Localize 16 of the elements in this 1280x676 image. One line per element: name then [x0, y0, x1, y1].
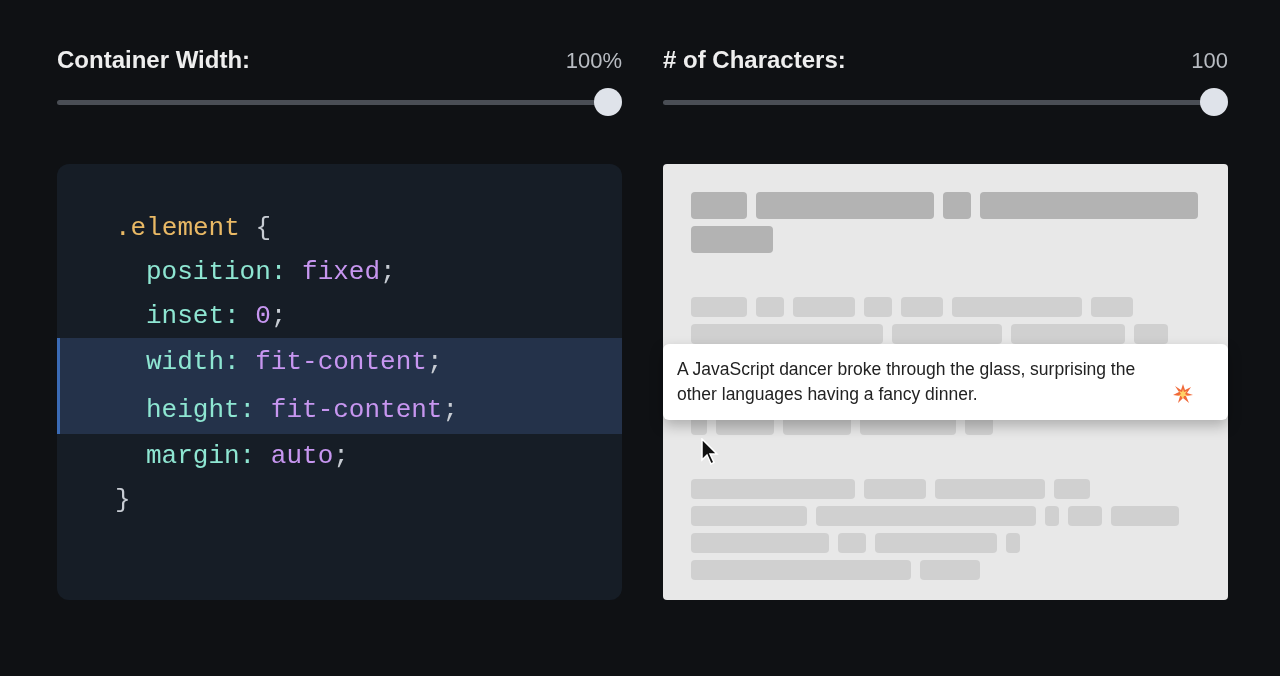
code-line: margin: auto;: [145, 440, 350, 473]
slider-label: # of Characters:: [663, 45, 846, 75]
code-line: inset: 0;: [145, 300, 288, 333]
slider-value: 100: [1191, 46, 1228, 75]
slider-label: Container Width:: [57, 45, 251, 75]
code-line: .element {: [114, 212, 273, 245]
slider-thumb[interactable]: [1200, 88, 1228, 116]
slider-thumb[interactable]: [594, 88, 622, 116]
code-line: }: [114, 484, 132, 517]
explosion-icon: [1173, 384, 1193, 404]
code-line: position: fixed;: [145, 256, 397, 289]
cursor-icon: [701, 438, 719, 466]
slider-track[interactable]: [57, 88, 622, 116]
slider-value: 100%: [565, 46, 622, 75]
slider-track[interactable]: [663, 88, 1228, 116]
tooltip-text: A JavaScript dancer broke through the glass, surprising the other languages having a fancy dinner.: [677, 358, 1137, 406]
